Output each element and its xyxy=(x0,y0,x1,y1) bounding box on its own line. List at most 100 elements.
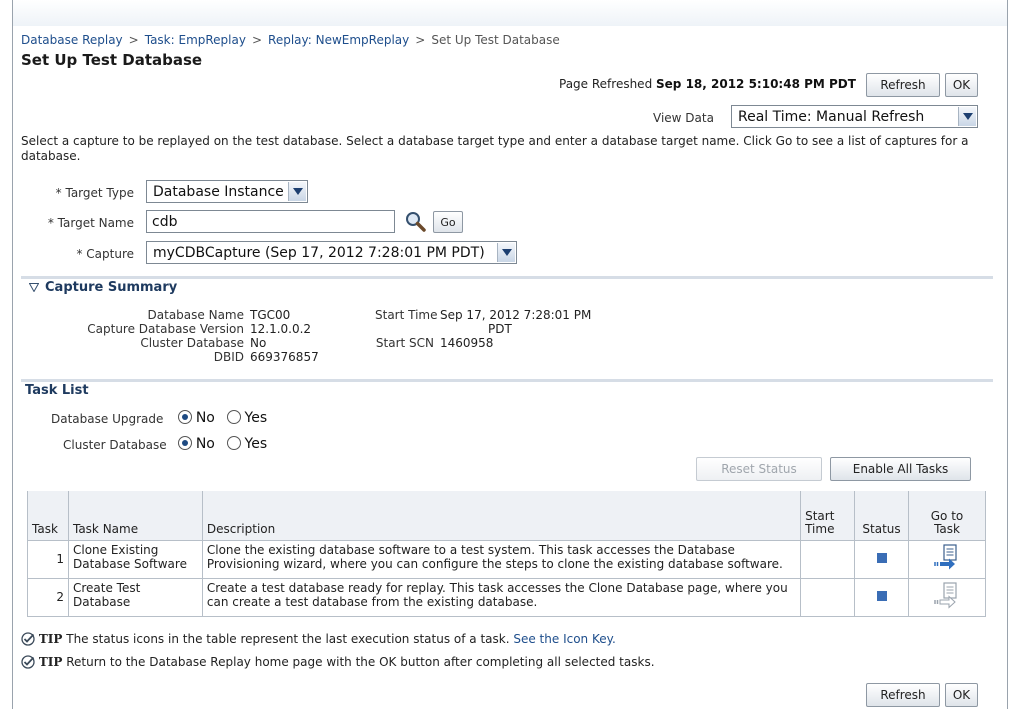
tip-text: The status icons in the table represent … xyxy=(66,632,510,646)
column-header-text: Go to xyxy=(930,508,964,523)
check-circle-icon xyxy=(21,655,35,672)
refresh-button[interactable]: Refresh xyxy=(866,73,940,97)
footer-ok-button[interactable]: OK xyxy=(945,683,978,707)
capture-select[interactable]: myCDBCapture (Sep 17, 2012 7:28:01 PM PD… xyxy=(146,241,517,264)
target-name-input[interactable]: cdb xyxy=(146,210,395,233)
enable-all-tasks-button[interactable]: Enable All Tasks xyxy=(830,457,971,481)
column-header-text: Start xyxy=(805,508,835,523)
page-refreshed-label: Page Refreshed xyxy=(559,77,653,91)
cluster-database-yes-radio[interactable] xyxy=(226,436,241,450)
go-to-task-icon[interactable] xyxy=(934,543,960,575)
ok-button[interactable]: OK xyxy=(945,73,978,97)
breadcrumb-replay[interactable]: Replay: NewEmpReplay xyxy=(268,33,409,47)
database-upgrade-yes-radio[interactable] xyxy=(226,410,241,424)
breadcrumb-current: Set Up Test Database xyxy=(431,33,560,47)
chevron-down-icon[interactable] xyxy=(497,243,515,262)
tip-return-home: TIP Return to the Database Replay home p… xyxy=(21,655,655,672)
radio-label: Yes xyxy=(244,410,268,426)
search-icon[interactable] xyxy=(405,211,427,233)
table-row: 1 Clone Existing Database Software Clone… xyxy=(27,539,986,579)
page-refreshed-value: Sep 18, 2012 5:10:48 PM PDT xyxy=(656,77,856,91)
target-type-select[interactable]: Database Instance xyxy=(146,180,308,203)
tip-text: Return to the Database Replay home page … xyxy=(66,655,655,669)
summary-value: 12.1.0.0.2 xyxy=(250,322,312,336)
capture-value: myCDBCapture (Sep 17, 2012 7:28:01 PM PD… xyxy=(153,244,485,261)
reset-status-button[interactable]: Reset Status xyxy=(696,457,822,481)
view-data-value: Real Time: Manual Refresh xyxy=(738,108,925,125)
task-description-line: Provisioning wizard, where you can confi… xyxy=(206,556,783,571)
task-number: 2 xyxy=(27,577,69,617)
start-time-value: Sep 17, 2012 7:28:01 PM PDT xyxy=(440,308,591,336)
radio-label: Yes xyxy=(244,436,268,452)
task-name: Create Test Database xyxy=(67,577,203,617)
chevron-down-icon[interactable] xyxy=(288,182,306,201)
required-mark: * xyxy=(47,216,54,230)
task-name-line: Database Software xyxy=(72,556,187,571)
database-upgrade-options: No Yes xyxy=(178,410,267,426)
triangle-down-icon[interactable] xyxy=(29,283,39,292)
view-data-select[interactable]: Real Time: Manual Refresh xyxy=(731,105,978,128)
top-band xyxy=(13,0,1007,26)
icon-key-link[interactable]: See the Icon Key. xyxy=(513,632,615,646)
cluster-database-no-radio[interactable] xyxy=(178,436,192,450)
page-refreshed: Page Refreshed Sep 18, 2012 5:10:48 PM P… xyxy=(559,77,856,91)
go-to-task-disabled-icon xyxy=(934,581,960,613)
radio-label: No xyxy=(195,410,215,426)
summary-value: TGC00 xyxy=(250,308,291,322)
instructions: Select a capture to be replayed on the t… xyxy=(21,134,969,163)
go-to-task-cell xyxy=(908,539,986,579)
summary-label: Database Name xyxy=(147,308,244,322)
summary-label: Cluster Database xyxy=(140,336,244,350)
radio-label: No xyxy=(195,436,215,452)
required-mark: * xyxy=(76,247,83,261)
chevron-down-icon[interactable] xyxy=(958,107,976,126)
task-start-time xyxy=(800,577,856,617)
capture-summary-header[interactable]: Capture Summary xyxy=(21,276,993,296)
task-description: Create a test database ready for replay.… xyxy=(201,577,802,617)
tip-word: TIP xyxy=(38,655,63,669)
start-time-label: Start Time xyxy=(375,308,438,322)
breadcrumb-separator: > xyxy=(415,33,426,47)
database-upgrade-label: Database Upgrade xyxy=(51,412,164,426)
start-scn-label: Start SCN xyxy=(375,336,434,350)
breadcrumb-database-replay[interactable]: Database Replay xyxy=(21,33,123,47)
check-circle-icon xyxy=(21,632,35,649)
start-time-line2: PDT xyxy=(488,322,512,336)
column-header-task-name[interactable]: Task Name xyxy=(67,491,203,541)
footer-refresh-button[interactable]: Refresh xyxy=(866,683,940,707)
task-name: Clone Existing Database Software xyxy=(67,539,203,579)
capture-summary-left-values: TGC00 12.1.0.0.2 No 669376857 xyxy=(250,308,319,364)
breadcrumb: Database Replay > Task: EmpReplay > Replay: … xyxy=(21,33,560,47)
column-header-description[interactable]: Description xyxy=(201,491,802,541)
task-start-time xyxy=(800,539,856,579)
table-row: 2 Create Test Database Create a test dat… xyxy=(27,577,986,617)
table-header-row: Task Task Name Description Start Time St… xyxy=(27,491,986,541)
column-header-status[interactable]: Status xyxy=(854,491,910,541)
tip-status-icons: TIP The status icons in the table repres… xyxy=(21,632,616,649)
column-header-text: Status xyxy=(862,521,901,536)
database-upgrade-no-radio[interactable] xyxy=(178,410,192,424)
required-mark: * xyxy=(55,186,62,200)
task-list-header: Task List xyxy=(21,379,993,399)
summary-label: Capture Database Version xyxy=(87,322,244,336)
start-time-line1: Sep 17, 2012 7:28:01 PM xyxy=(440,308,592,322)
task-description-line: Create a test database ready for replay.… xyxy=(206,580,788,595)
column-header-text: Task xyxy=(32,521,58,536)
cluster-database-options: No Yes xyxy=(178,436,267,452)
task-name-line: Create Test xyxy=(72,580,141,595)
breadcrumb-task[interactable]: Task: EmpReplay xyxy=(145,33,246,47)
capture-summary-title: Capture Summary xyxy=(45,280,178,295)
view-data-label: View Data xyxy=(653,111,714,125)
task-name-line: Clone Existing xyxy=(72,542,159,557)
start-scn-value: 1460958 xyxy=(440,336,494,350)
target-type-value: Database Instance xyxy=(153,183,284,200)
target-type-label: * Target Type xyxy=(13,186,134,200)
summary-value: 669376857 xyxy=(250,350,319,364)
column-header-task[interactable]: Task xyxy=(27,491,69,541)
column-header-go-to-task[interactable]: Go to Task xyxy=(908,491,986,541)
target-name-label: * Target Name xyxy=(13,216,134,230)
task-description-line: can create a test database from the exis… xyxy=(206,594,538,609)
go-button[interactable]: Go xyxy=(433,211,463,233)
column-header-start-time[interactable]: Start Time xyxy=(800,491,856,541)
cluster-database-label: Cluster Database xyxy=(63,438,167,452)
